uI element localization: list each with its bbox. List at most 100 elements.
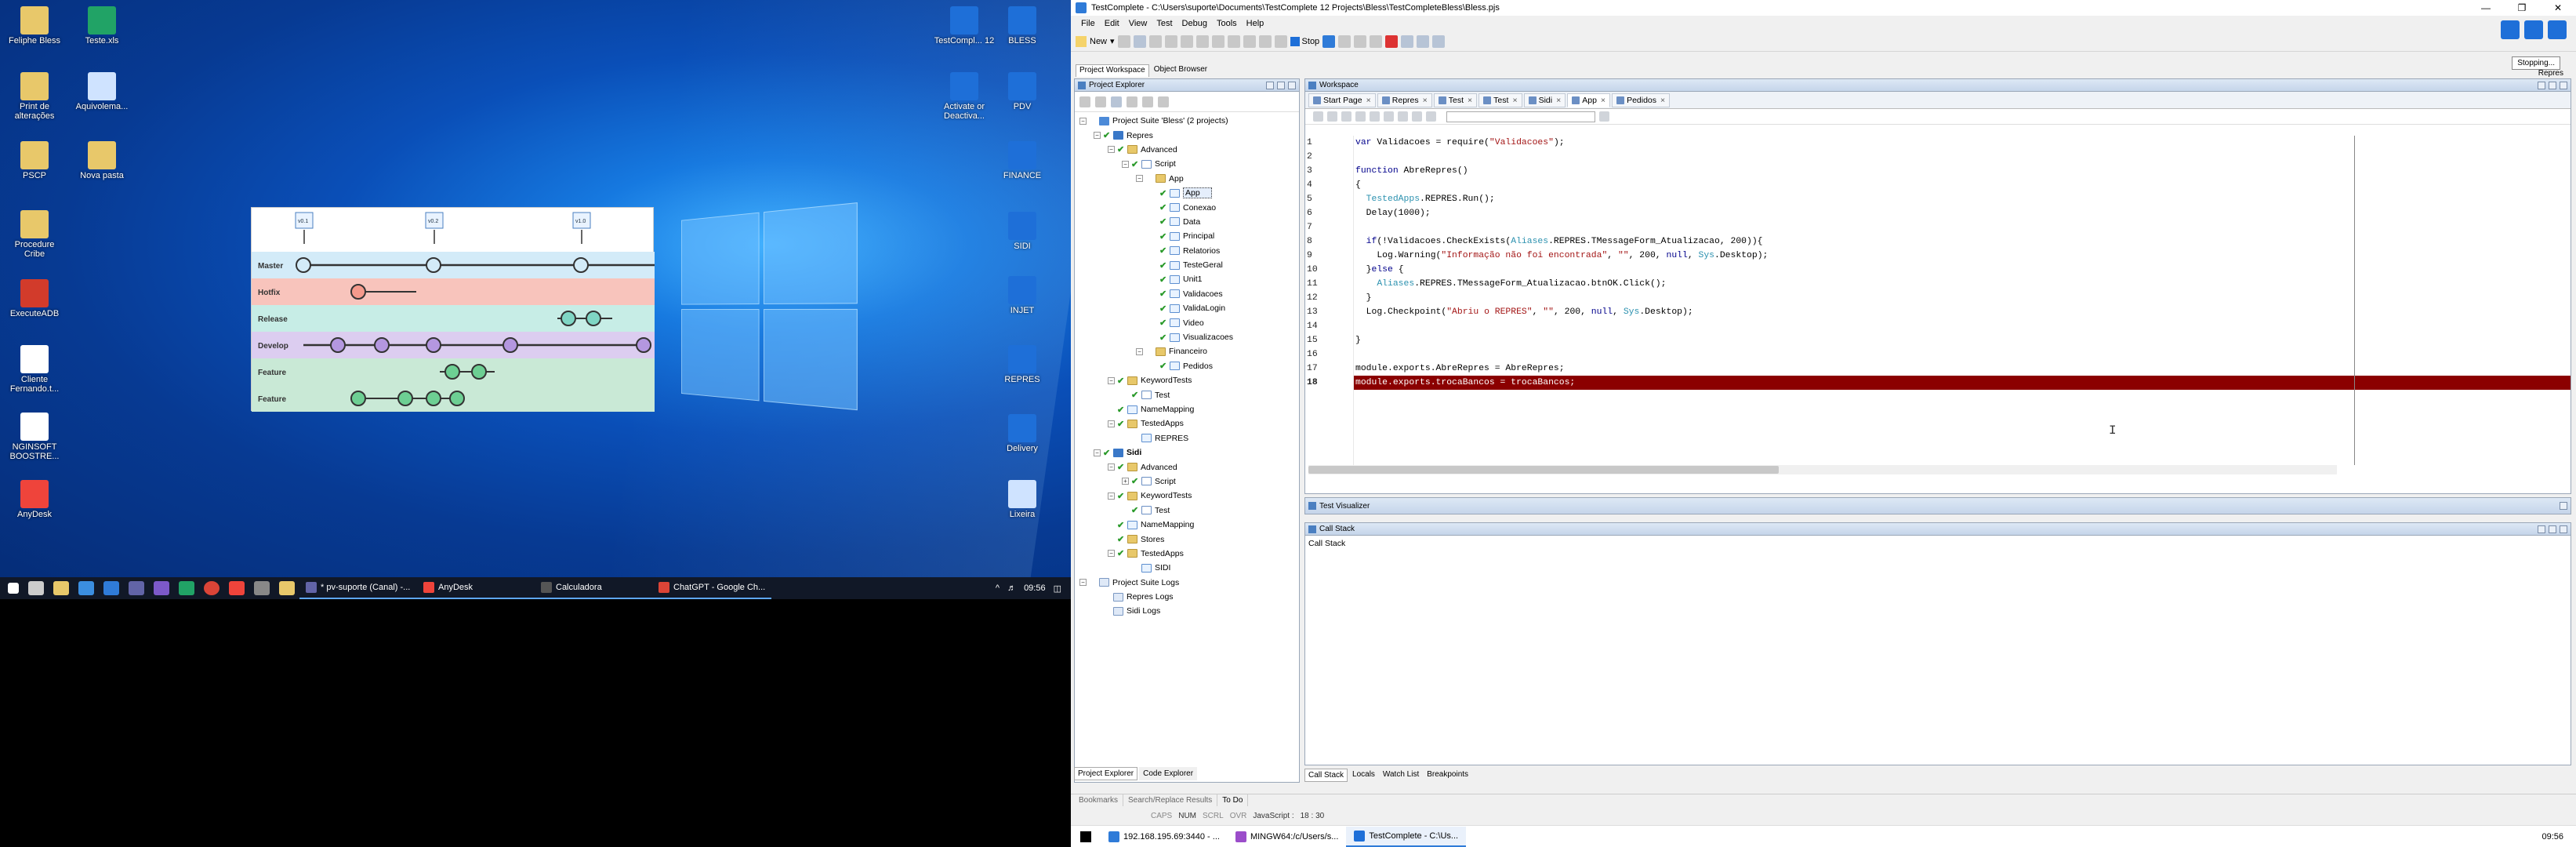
tree-node[interactable]: − ✔ Sidi [1075, 445, 1299, 460]
tree-node[interactable]: ✔ Unit1 [1075, 272, 1299, 286]
tab-close-icon[interactable]: × [1601, 96, 1605, 105]
float-icon[interactable] [2549, 81, 2556, 89]
desktop-icon[interactable]: Delivery [991, 414, 1054, 453]
tree-node[interactable]: ✔ Test [1075, 503, 1299, 518]
tree-node[interactable]: − ✔ TestedApps [1075, 416, 1299, 431]
checkmark-icon[interactable]: ✔ [1159, 274, 1167, 285]
editor-tab[interactable]: Test × [1433, 93, 1478, 107]
editor-tab[interactable]: Start Page × [1308, 93, 1376, 107]
checkmark-icon[interactable]: ✔ [1159, 231, 1167, 242]
new-button[interactable]: New [1090, 37, 1107, 46]
tree-node[interactable]: ✔Sidi Logs [1075, 604, 1299, 618]
menu-view[interactable]: View [1125, 19, 1152, 28]
routine-dropdown[interactable] [1446, 111, 1595, 122]
forward-icon[interactable] [1426, 111, 1436, 122]
collapse-icon[interactable] [1142, 96, 1153, 107]
tree-node[interactable]: −✔App [1075, 172, 1299, 186]
checkmark-icon[interactable]: ✔ [1159, 318, 1167, 328]
code-area[interactable]: var Validacoes = require("Validacoes"); f… [1354, 136, 2571, 465]
checkpoint-icon[interactable] [1432, 35, 1446, 48]
desktop-icon[interactable]: FINANCE [991, 141, 1054, 180]
chrome-icon[interactable] [204, 581, 220, 595]
collapse-icon[interactable]: − [1079, 117, 1087, 125]
debug-tab[interactable]: Breakpoints [1424, 769, 1471, 782]
speaker-icon[interactable]: ♬ [1007, 583, 1016, 593]
search-icon[interactable] [28, 581, 44, 595]
bottom-tab[interactable]: Search/Replace Results [1123, 794, 1218, 806]
bottom-tab[interactable]: Bookmarks [1074, 794, 1124, 806]
desktop-icon[interactable]: NGINSOFT BOOSTRE... [3, 413, 66, 461]
checkmark-icon[interactable]: ✔ [1159, 260, 1167, 271]
object-icon[interactable] [1417, 35, 1430, 48]
start-icon[interactable] [8, 583, 19, 594]
maximize-button[interactable]: ❐ [2504, 2, 2540, 13]
desktop-icon[interactable]: TestCompl... 12 [933, 6, 996, 45]
tree-node[interactable]: ✔ Video [1075, 315, 1299, 329]
anydesk-icon[interactable] [229, 581, 245, 595]
desktop-icon[interactable]: Cliente Fernando.t... [3, 345, 66, 394]
desktop-icon[interactable]: Activate or Deactiva... [933, 72, 996, 121]
checkmark-icon[interactable]: ✔ [1131, 476, 1139, 486]
paste-icon[interactable] [1211, 35, 1225, 48]
workspace-switch-tab[interactable]: Project Workspace [1076, 64, 1149, 77]
stop-record-icon[interactable] [2548, 20, 2567, 39]
code-line[interactable]: if(!Validacoes.CheckExists(Aliases.REPRE… [1354, 234, 2571, 249]
checkmark-icon[interactable]: ✔ [1131, 159, 1139, 169]
checkmark-icon[interactable]: ✔ [1159, 216, 1167, 227]
tree-node[interactable]: −✔Project Suite Logs [1075, 576, 1299, 590]
outdent-icon[interactable] [1355, 111, 1366, 122]
menu-edit[interactable]: Edit [1101, 19, 1123, 28]
code-line[interactable]: var Validacoes = require("Validacoes"); [1354, 136, 2571, 150]
desktop-icon[interactable]: Lixeira [991, 480, 1054, 519]
pin-icon[interactable] [2538, 525, 2545, 533]
menu-debug[interactable]: Debug [1178, 19, 1211, 28]
breakpoint-icon[interactable] [1385, 35, 1399, 48]
tree-node[interactable]: −✔Financeiro [1075, 344, 1299, 358]
editor-tab[interactable]: Test × [1478, 93, 1522, 107]
checkmark-icon[interactable]: ✔ [1117, 534, 1125, 544]
menu-tools[interactable]: Tools [1213, 19, 1241, 28]
properties-icon[interactable] [1111, 96, 1122, 107]
checkmark-icon[interactable]: ✔ [1131, 505, 1139, 515]
menu-file[interactable]: File [1077, 19, 1099, 28]
collapse-icon[interactable]: − [1136, 347, 1143, 355]
checkmark-icon[interactable]: ✔ [1117, 419, 1125, 429]
expand-icon[interactable] [1158, 96, 1169, 107]
delete-icon[interactable] [1227, 35, 1240, 48]
checkmark-icon[interactable]: ✔ [1117, 376, 1125, 386]
collapse-icon[interactable]: − [1094, 449, 1101, 456]
pin-icon[interactable] [1266, 81, 1274, 89]
tree-node[interactable]: −✔Project Suite 'Bless' (2 projects) [1075, 114, 1299, 128]
collapse-icon[interactable]: − [1094, 132, 1101, 140]
desktop-icon[interactable]: Feliphe Bless [3, 6, 66, 45]
editor-tab[interactable]: Pedidos × [1612, 93, 1671, 107]
tab-close-icon[interactable]: × [1660, 96, 1665, 105]
checkmark-icon[interactable]: ✔ [1117, 548, 1125, 558]
tree-node[interactable]: ✔ App [1075, 186, 1299, 200]
panel-close-icon[interactable] [2560, 81, 2567, 89]
collapse-icon[interactable]: − [1108, 492, 1115, 500]
tree-node[interactable]: ✔ Test [1075, 387, 1299, 402]
step-into-icon[interactable] [1354, 35, 1367, 48]
code-line[interactable] [1354, 347, 2571, 362]
desktop-icon[interactable]: SIDI [991, 212, 1054, 251]
desktop-icon[interactable]: Procedure Cribe [3, 210, 66, 259]
desktop-icon[interactable]: BLESS [991, 6, 1054, 45]
save-icon[interactable] [1133, 35, 1146, 48]
run-routine-icon[interactable] [1599, 111, 1609, 122]
redo-icon[interactable] [1164, 35, 1177, 48]
tree-node[interactable]: − ✔ Advanced [1075, 143, 1299, 157]
tree-node[interactable]: − ✔ KeywordTests [1075, 373, 1299, 387]
tab-close-icon[interactable]: × [1366, 96, 1371, 105]
debug-tab[interactable]: Watch List [1380, 769, 1422, 782]
float-icon[interactable] [1277, 81, 1285, 89]
code-line[interactable]: { [1354, 178, 2571, 192]
test-visualizer-header[interactable]: Test Visualizer [1305, 498, 2571, 514]
run-icon[interactable] [1258, 35, 1272, 48]
menu-help[interactable]: Help [1243, 19, 1268, 28]
taskbar-task[interactable]: * pv-suporte (Canal) -... [299, 577, 417, 599]
code-line[interactable]: module.exports.AbreRepres = AbreRepres; [1354, 362, 2571, 376]
panel-close-icon[interactable] [1288, 81, 1296, 89]
tree-node[interactable]: ✔ TesteGeral [1075, 258, 1299, 272]
desktop-icon[interactable]: Aquivolema... [71, 72, 133, 111]
